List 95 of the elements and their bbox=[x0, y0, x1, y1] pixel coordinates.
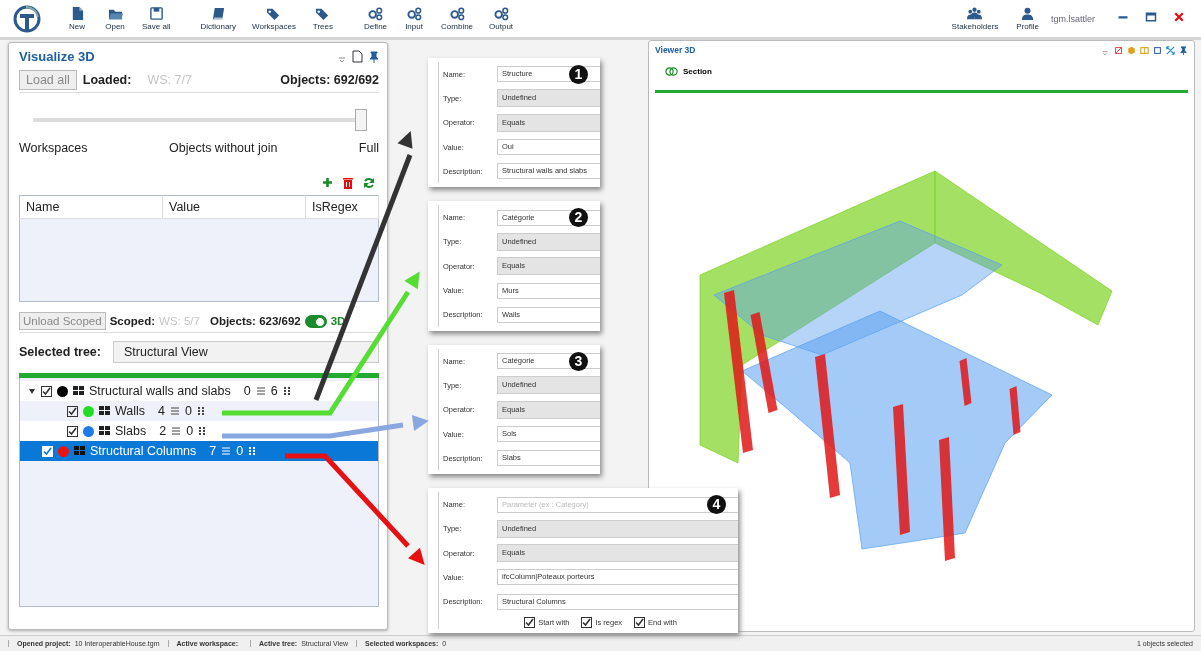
toggle-switch[interactable] bbox=[304, 314, 327, 328]
tree-item-label: Structural Columns bbox=[90, 444, 197, 458]
toolbar-button[interactable]: Output bbox=[487, 6, 516, 31]
add-icon bbox=[322, 177, 333, 188]
trash-icon bbox=[343, 177, 353, 189]
column-header[interactable]: Name bbox=[19, 195, 163, 219]
column-shape bbox=[1009, 386, 1021, 435]
checkbox[interactable] bbox=[634, 616, 646, 628]
tree-count: 4 bbox=[158, 404, 166, 418]
tree-row[interactable]: Slabs 2 0 bbox=[20, 421, 378, 441]
viewer-title: Viewer 3D bbox=[655, 45, 696, 55]
close-icon bbox=[1173, 11, 1185, 23]
toolbar-button[interactable]: Stakeholders bbox=[949, 6, 1001, 31]
number-badge: 4 bbox=[707, 495, 726, 515]
toolbar-button[interactable]: Define bbox=[361, 6, 390, 31]
tree-count: 7 bbox=[209, 444, 217, 458]
checkbox[interactable] bbox=[524, 616, 536, 628]
number-badge: 3 bbox=[569, 351, 588, 371]
toolbar-button[interactable]: Open bbox=[102, 6, 128, 31]
number-badge: 1 bbox=[569, 65, 588, 84]
grid-icon bbox=[74, 446, 85, 456]
slider-label: Full bbox=[358, 141, 379, 155]
tree-dropdown[interactable]: Structural View bbox=[113, 341, 379, 363]
caret-icon[interactable] bbox=[28, 387, 36, 395]
gears-icon bbox=[406, 6, 422, 21]
gears-icon bbox=[368, 6, 383, 21]
grid-icon bbox=[99, 426, 110, 436]
lines-icon bbox=[221, 446, 232, 456]
toolbar-button[interactable]: Profile bbox=[1014, 6, 1041, 31]
toolbar-button[interactable]: New bbox=[64, 6, 90, 31]
toolbar-button[interactable]: Workspaces bbox=[250, 6, 298, 31]
tree-count: 6 bbox=[270, 384, 278, 398]
toolbar-button[interactable]: Trees bbox=[309, 6, 336, 31]
user-name[interactable]: tgm.lsattler bbox=[1051, 13, 1095, 24]
column-shape bbox=[959, 358, 972, 406]
scoped-label: Scoped: bbox=[109, 315, 156, 327]
grid-icon bbox=[73, 386, 84, 396]
panel-title: Visualize 3D bbox=[19, 49, 95, 64]
columns-icon bbox=[1140, 45, 1149, 55]
refresh-icon bbox=[363, 177, 375, 189]
tree-count: 0 bbox=[236, 444, 244, 458]
person-icon bbox=[1020, 6, 1036, 21]
slider-label: Workspaces bbox=[19, 141, 88, 155]
book-icon bbox=[210, 6, 226, 21]
pin-icon bbox=[1179, 45, 1188, 55]
toolbar-button[interactable]: Save all bbox=[140, 6, 173, 31]
slider-label: Objects without join bbox=[169, 141, 278, 155]
app-logo-icon bbox=[12, 3, 42, 34]
number-badge: 2 bbox=[569, 208, 588, 228]
toolbar-button[interactable]: Dictionary bbox=[198, 6, 239, 31]
scoped-workspaces: WS: 5/7 bbox=[159, 315, 200, 327]
tree-row[interactable]: Structural Columns 7 0 bbox=[20, 441, 378, 461]
tags-icon bbox=[266, 6, 282, 21]
dots-grid-icon bbox=[197, 406, 207, 416]
maximize-icon bbox=[1145, 11, 1157, 23]
gears-icon bbox=[493, 6, 509, 21]
column-header[interactable]: Value bbox=[162, 195, 306, 219]
pin-icon bbox=[369, 50, 379, 63]
section-icon bbox=[665, 67, 678, 76]
loaded-objects: Objects: 692/692 bbox=[280, 73, 379, 87]
tree-count: 0 bbox=[185, 404, 192, 418]
scoped-objects: Objects: 623/692 bbox=[209, 315, 301, 327]
loaded-label: Loaded: bbox=[82, 73, 132, 87]
toolbar-button[interactable]: Input bbox=[401, 6, 428, 31]
checkbox[interactable] bbox=[41, 385, 52, 397]
lines-icon bbox=[170, 406, 181, 416]
checkbox[interactable] bbox=[67, 405, 78, 417]
tree-row[interactable]: Walls 4 0 bbox=[20, 401, 378, 421]
tree-count: 2 bbox=[159, 424, 167, 438]
lines-icon bbox=[171, 426, 182, 436]
dots-grid-icon bbox=[282, 386, 293, 396]
tree-item-label: Slabs bbox=[115, 424, 147, 438]
tree-count: 0 bbox=[186, 424, 194, 438]
lines-icon bbox=[255, 386, 266, 396]
slider-thumb[interactable] bbox=[355, 109, 367, 131]
column-header[interactable]: IsRegex bbox=[305, 195, 379, 219]
tree-row[interactable]: Structural walls and slabs 0 6 bbox=[20, 381, 378, 401]
tree-count: 0 bbox=[243, 384, 251, 398]
section-label[interactable]: Section bbox=[683, 67, 712, 76]
grid-icon bbox=[99, 406, 110, 416]
tags-icon bbox=[315, 6, 331, 21]
selected-tree-label: Selected tree: bbox=[19, 345, 102, 359]
square-icon bbox=[1153, 45, 1162, 55]
tree-item-label: Structural walls and slabs bbox=[89, 384, 231, 398]
toolbar-button[interactable]: Combine bbox=[439, 6, 476, 31]
document-icon bbox=[352, 50, 363, 63]
checkbox[interactable] bbox=[581, 616, 593, 628]
loaded-workspaces: WS: 7/7 bbox=[147, 73, 192, 87]
expand-icon bbox=[1166, 45, 1175, 55]
people-icon bbox=[967, 6, 983, 21]
save-icon bbox=[148, 6, 164, 21]
cube-icon bbox=[1127, 45, 1136, 55]
gears-icon bbox=[449, 6, 465, 21]
tree-item-label: Walls bbox=[115, 404, 146, 418]
checkbox[interactable] bbox=[67, 425, 78, 437]
